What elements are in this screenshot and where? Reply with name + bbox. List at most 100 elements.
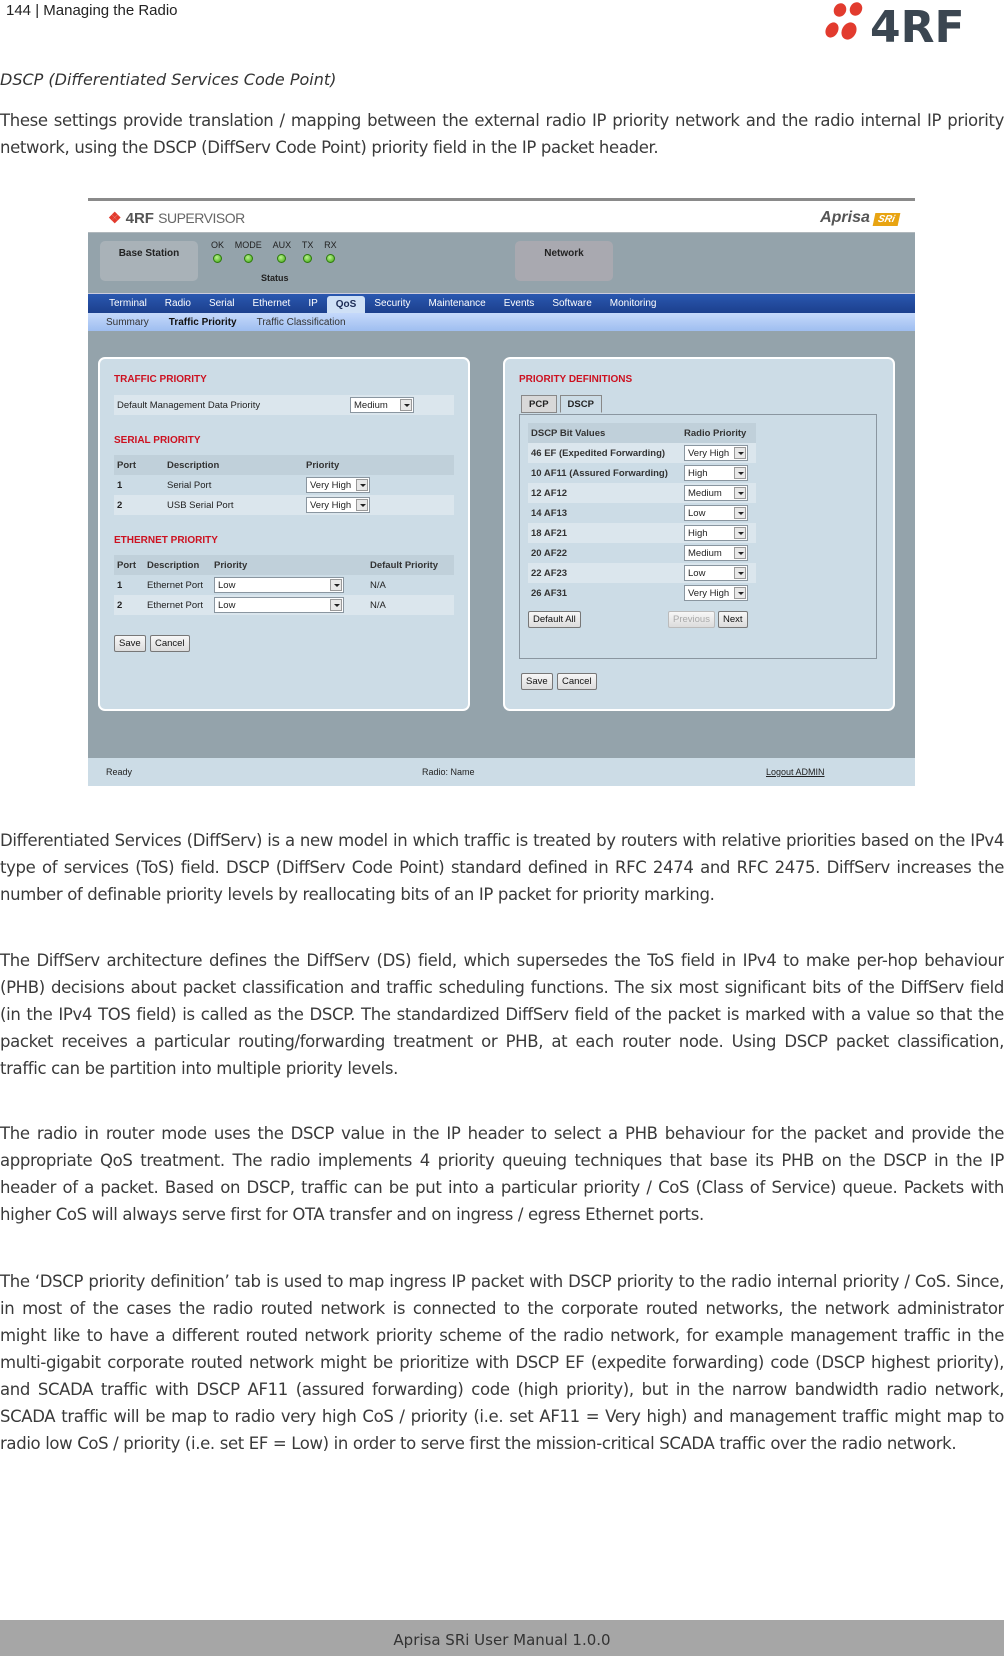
sub-nav: Summary Traffic Priority Traffic Classif…	[88, 313, 915, 331]
nav-security[interactable]: Security	[365, 298, 419, 313]
chevron-down-icon	[734, 547, 746, 559]
default-mgmt-select[interactable]: Medium	[350, 397, 414, 413]
table-row: 18 AF21 High	[528, 523, 756, 543]
tab-dscp[interactable]: DSCP	[559, 395, 602, 413]
chevron-down-icon	[734, 527, 746, 539]
nav-serial[interactable]: Serial	[200, 298, 244, 313]
chevron-down-icon	[734, 467, 746, 479]
logo-text: 4RF	[870, 2, 965, 48]
nav-radio[interactable]: Radio	[156, 298, 200, 313]
supervisor-logo: ❖ 4RF SUPERVISOR	[108, 210, 245, 227]
default-all-button[interactable]: Default All	[528, 611, 581, 628]
logout-link[interactable]: Logout ADMIN	[766, 767, 825, 777]
dscp-bits: 14 AF13	[531, 507, 568, 519]
led-icon	[303, 254, 313, 263]
4rf-logo: 4RF	[825, 2, 965, 48]
cancel-button[interactable]: Cancel	[150, 635, 190, 652]
ethernet-priority-title: ETHERNET PRIORITY	[114, 535, 218, 546]
default-priority: N/A	[370, 599, 386, 611]
tab-pcp[interactable]: PCP	[521, 395, 557, 413]
radio-priority-select[interactable]: Medium	[684, 545, 748, 561]
chevron-down-icon	[734, 447, 746, 459]
subnav-summary[interactable]: Summary	[96, 317, 159, 328]
radio-priority-select[interactable]: High	[684, 525, 748, 541]
led-tx: TX	[302, 240, 313, 263]
col-port: Port	[117, 459, 136, 471]
traffic-priority-panel: TRAFFIC PRIORITY Default Management Data…	[98, 357, 470, 711]
col-default-priority: Default Priority	[370, 559, 439, 571]
supervisor-screenshot: ❖ 4RF SUPERVISOR Aprisa SRi Base Station…	[88, 198, 915, 786]
dscp-bits: 18 AF21	[531, 527, 568, 539]
default-mgmt-label: Default Management Data Priority	[117, 399, 261, 411]
nav-monitoring[interactable]: Monitoring	[601, 298, 666, 313]
nav-qos[interactable]: QoS	[326, 296, 366, 313]
table-row: 10 AF11 (Assured Forwarding) High	[528, 463, 756, 483]
dscp-bits: 22 AF23	[531, 567, 568, 579]
paragraph: The radio in router mode uses the DSCP v…	[0, 1124, 1004, 1224]
status-bar: Base Station OK MODE AUX TX RX Status Ne…	[88, 233, 915, 293]
app-header: ❖ 4RF SUPERVISOR Aprisa SRi	[88, 201, 915, 233]
main-nav: Terminal Radio Serial Ethernet IP QoS Se…	[88, 293, 915, 313]
nav-maintenance[interactable]: Maintenance	[419, 298, 494, 313]
ethernet-priority-select[interactable]: Low	[214, 597, 344, 613]
description: USB Serial Port	[167, 499, 234, 511]
col-radio-priority: Radio Priority	[684, 427, 747, 439]
description: Ethernet Port	[147, 579, 203, 591]
table-row: 12 AF12 Medium	[528, 483, 756, 503]
paragraph: The DiffServ architecture defines the Di…	[0, 951, 1004, 1078]
serial-priority-title: SERIAL PRIORITY	[114, 435, 201, 446]
default-mgmt-row: Default Management Data Priority Medium	[114, 395, 454, 415]
col-port: Port	[117, 559, 136, 571]
radio-name: Radio: Name	[422, 767, 475, 777]
nav-terminal[interactable]: Terminal	[100, 298, 156, 313]
traffic-priority-title: TRAFFIC PRIORITY	[114, 374, 207, 385]
led-icon	[243, 254, 253, 263]
next-button[interactable]: Next	[718, 611, 748, 628]
radio-priority-select[interactable]: Very High	[684, 445, 748, 461]
page-header: 144 | Managing the Radio	[6, 2, 178, 19]
radio-priority-select[interactable]: Low	[684, 565, 748, 581]
led-mode: MODE	[235, 240, 262, 263]
chevron-down-icon	[734, 507, 746, 519]
base-station-box: Base Station	[100, 241, 198, 281]
status-leds: OK MODE AUX TX RX	[211, 240, 345, 263]
chevron-down-icon	[330, 579, 342, 591]
subnav-traffic-priority[interactable]: Traffic Priority	[159, 317, 247, 328]
save-button[interactable]: Save	[114, 635, 146, 652]
table-row: 20 AF22 Medium	[528, 543, 756, 563]
description: Ethernet Port	[147, 599, 203, 611]
serial-priority-select[interactable]: Very High	[306, 497, 370, 513]
status-label: Status	[261, 273, 289, 283]
ethernet-priority-select[interactable]: Low	[214, 577, 344, 593]
radio-priority-select[interactable]: Very High	[684, 585, 748, 601]
nav-events[interactable]: Events	[495, 298, 544, 313]
led-rx: RX	[324, 240, 337, 263]
nav-ethernet[interactable]: Ethernet	[244, 298, 300, 313]
radio-priority-select[interactable]: Low	[684, 505, 748, 521]
radio-priority-select[interactable]: Medium	[684, 485, 748, 501]
network-box: Network	[515, 241, 613, 281]
previous-button[interactable]: Previous	[668, 611, 715, 628]
intro-paragraph: These settings provide translation / map…	[0, 111, 1004, 157]
cancel-button[interactable]: Cancel	[557, 673, 597, 690]
table-row: 2 Ethernet Port Low N/A	[114, 595, 454, 615]
save-button[interactable]: Save	[521, 673, 553, 690]
dscp-bits: 10 AF11 (Assured Forwarding)	[531, 467, 668, 479]
led-ok: OK	[211, 240, 224, 263]
priority-definitions-title: PRIORITY DEFINITIONS	[519, 374, 633, 385]
nav-ip[interactable]: IP	[299, 298, 326, 313]
port: 2	[117, 599, 123, 611]
dscp-tab-content: DSCP Bit Values Radio Priority 46 EF (Ex…	[519, 414, 877, 659]
radio-priority-select[interactable]: High	[684, 465, 748, 481]
serial-priority-select[interactable]: Very High	[306, 477, 370, 493]
dscp-bits: 26 AF31	[531, 587, 568, 599]
serial-header-row: Port Description Priority	[114, 455, 454, 475]
app-status-footer: Ready Radio: Name Logout ADMIN	[88, 758, 915, 786]
chevron-down-icon	[734, 567, 746, 579]
port: 1	[117, 479, 123, 491]
chevron-down-icon	[400, 399, 412, 411]
nav-software[interactable]: Software	[543, 298, 600, 313]
subnav-traffic-classification[interactable]: Traffic Classification	[247, 317, 356, 328]
default-priority: N/A	[370, 579, 386, 591]
port: 2	[117, 499, 123, 511]
